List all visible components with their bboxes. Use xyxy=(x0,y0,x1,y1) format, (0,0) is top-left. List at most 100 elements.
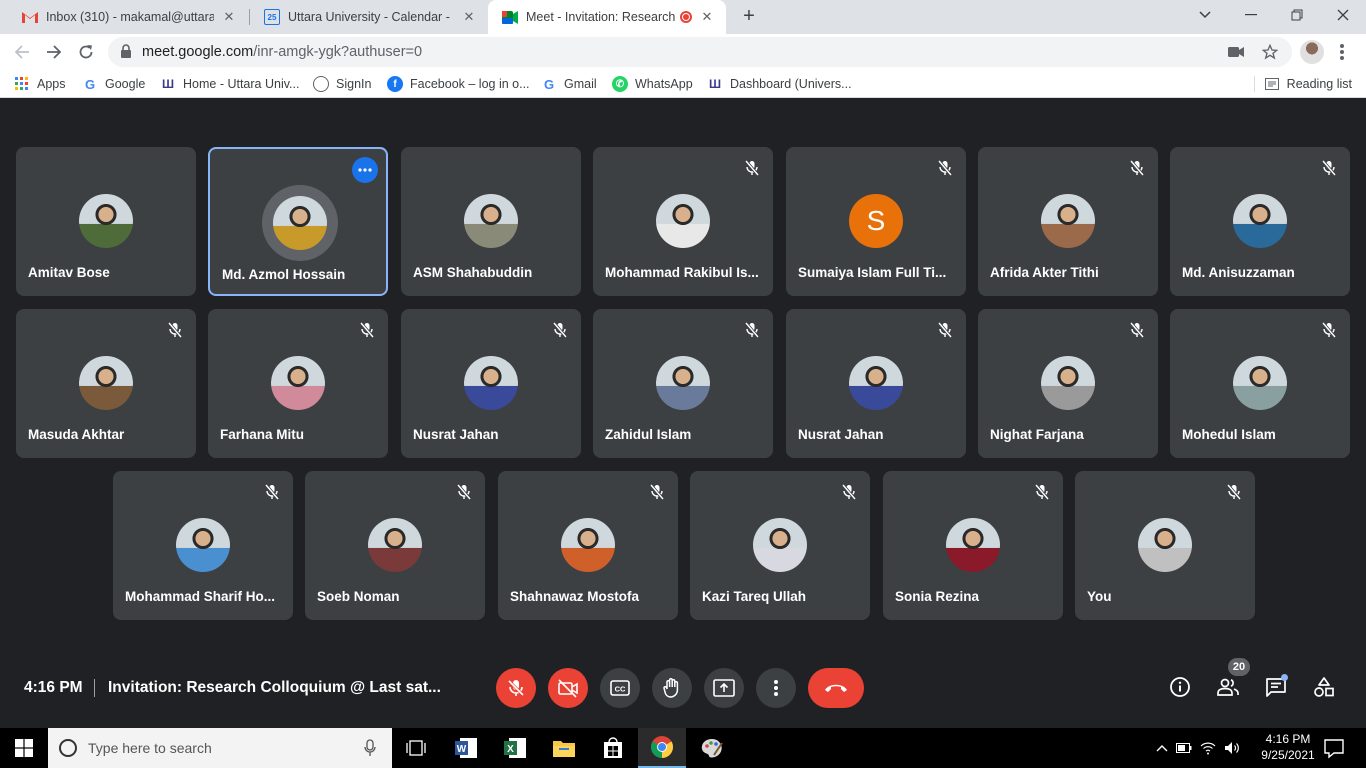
present-screen-button[interactable] xyxy=(704,668,744,708)
close-tab-icon[interactable]: ✕ xyxy=(460,9,478,25)
lock-icon[interactable] xyxy=(120,44,132,58)
system-tray xyxy=(1156,728,1240,768)
bookmarks-bar: Apps G Google Ш Home - Uttara Univ... Si… xyxy=(0,70,1366,98)
captions-button[interactable]: CC xyxy=(600,668,640,708)
participant-tile[interactable]: Md. Anisuzzaman xyxy=(1170,147,1350,296)
menu-kebab-icon[interactable] xyxy=(1334,42,1350,62)
tab-calendar[interactable]: 25 Uttara University - Calendar - Sat ✕ xyxy=(250,0,488,34)
raise-hand-button[interactable] xyxy=(652,668,692,708)
participant-tile[interactable]: Zahidul Islam xyxy=(593,309,773,458)
tile-more-options-button[interactable] xyxy=(352,157,378,183)
participant-tile[interactable]: S Sumaiya Islam Full Ti... xyxy=(786,147,966,296)
participant-avatar: S xyxy=(849,194,903,248)
participant-tile[interactable]: Nusrat Jahan xyxy=(786,309,966,458)
battery-icon[interactable] xyxy=(1176,743,1192,753)
participant-avatar xyxy=(176,518,230,572)
participant-tile[interactable]: ASM Shahabuddin xyxy=(401,147,581,296)
notifications-icon[interactable] xyxy=(1322,736,1346,760)
bookmark-label: WhatsApp xyxy=(635,77,693,91)
meeting-clock: 4:16 PM xyxy=(24,679,83,696)
apps-grid-icon xyxy=(14,76,30,92)
minimize-button[interactable] xyxy=(1228,0,1274,30)
taskbar-store[interactable] xyxy=(589,728,637,768)
participant-tile[interactable]: Mohammad Sharif Ho... xyxy=(113,471,293,620)
muted-mic-icon xyxy=(263,483,281,501)
taskbar-paint[interactable] xyxy=(688,728,736,768)
camera-blocked-icon[interactable] xyxy=(1228,45,1244,59)
restore-button[interactable] xyxy=(1274,0,1320,30)
address-bar[interactable]: meet.google.com/inr-amgk-ygk?authuser=0 xyxy=(108,37,1292,67)
activities-shapes-icon xyxy=(1314,677,1334,697)
taskbar-excel[interactable]: X xyxy=(491,728,539,768)
close-tab-icon[interactable]: ✕ xyxy=(220,9,238,25)
participant-tile[interactable]: Shahnawaz Mostofa xyxy=(498,471,678,620)
participant-tile[interactable]: Afrida Akter Tithi xyxy=(978,147,1158,296)
participant-tile[interactable]: Kazi Tareq Ullah xyxy=(690,471,870,620)
task-view-button[interactable] xyxy=(392,728,440,768)
facebook-icon: f xyxy=(387,76,403,92)
leave-call-button[interactable] xyxy=(808,668,864,708)
participant-tile[interactable]: Soeb Noman xyxy=(305,471,485,620)
present-screen-icon xyxy=(713,679,735,697)
reading-list-button[interactable]: Reading list xyxy=(1264,70,1352,98)
participant-tile[interactable]: Nusrat Jahan xyxy=(401,309,581,458)
folder-icon xyxy=(553,741,575,757)
muted-mic-icon xyxy=(743,159,761,177)
participant-tile[interactable]: Masuda Akhtar xyxy=(16,309,196,458)
participant-tile[interactable]: Mohedul Islam xyxy=(1170,309,1350,458)
taskbar-search-box[interactable]: Type here to search xyxy=(48,728,392,768)
google-icon: G xyxy=(543,76,555,92)
tab-gmail[interactable]: Inbox (310) - makamal@uttaraun ✕ xyxy=(8,0,248,34)
participant-avatar xyxy=(368,518,422,572)
reload-button[interactable] xyxy=(74,40,98,64)
microphone-icon[interactable] xyxy=(364,739,376,757)
bookmark-star-icon[interactable] xyxy=(1262,44,1278,60)
participant-avatar xyxy=(1138,518,1192,572)
tab-title: Inbox (310) - makamal@uttaraun xyxy=(46,10,214,24)
bookmark-whatsapp[interactable]: ✆ WhatsApp xyxy=(612,70,693,98)
taskbar-word[interactable]: W xyxy=(442,728,490,768)
tray-expand-chevron-icon[interactable] xyxy=(1156,744,1168,752)
volume-icon[interactable] xyxy=(1224,741,1240,755)
bookmark-dashboard[interactable]: Ш Dashboard (Univers... xyxy=(707,70,852,98)
system-clock[interactable]: 4:16 PM 9/25/2021 xyxy=(1256,731,1320,763)
activities-button[interactable] xyxy=(1311,674,1337,700)
svg-text:CC: CC xyxy=(615,685,626,694)
bookmark-facebook[interactable]: f Facebook – log in o... xyxy=(387,70,530,98)
tab-meet[interactable]: Meet - Invitation: Research C ✕ xyxy=(488,0,726,34)
bookmark-uttara-home[interactable]: Ш Home - Uttara Univ... xyxy=(160,70,300,98)
participant-avatar xyxy=(946,518,1000,572)
microphone-off-button[interactable] xyxy=(496,668,536,708)
wifi-icon[interactable] xyxy=(1200,741,1216,755)
back-button[interactable] xyxy=(10,40,34,64)
participant-tile[interactable]: Sonia Rezina xyxy=(883,471,1063,620)
participant-tile[interactable]: Nighat Farjana xyxy=(978,309,1158,458)
close-window-button[interactable] xyxy=(1320,0,1366,30)
taskbar-chrome[interactable] xyxy=(638,728,686,768)
profile-avatar[interactable] xyxy=(1300,40,1324,64)
bookmark-gmail[interactable]: G Gmail xyxy=(541,70,597,98)
participant-name: Mohedul Islam xyxy=(1182,427,1276,442)
participant-tile[interactable]: Md. Azmol Hossain xyxy=(208,147,388,296)
tab-search-chevron-icon[interactable] xyxy=(1182,0,1228,30)
start-button[interactable] xyxy=(0,728,48,768)
participant-tile[interactable]: Amitav Bose xyxy=(16,147,196,296)
bookmark-apps[interactable]: Apps xyxy=(14,70,66,98)
close-tab-icon[interactable]: ✕ xyxy=(698,9,716,25)
meeting-details-button[interactable] xyxy=(1167,674,1193,700)
participant-tile[interactable]: Farhana Mitu xyxy=(208,309,388,458)
participant-tile[interactable]: Mohammad Rakibul Is... xyxy=(593,147,773,296)
participant-avatar xyxy=(561,518,615,572)
participants-button[interactable] xyxy=(1215,674,1241,700)
participant-tile[interactable]: You xyxy=(1075,471,1255,620)
taskbar-file-explorer[interactable] xyxy=(540,728,588,768)
bookmark-signin[interactable]: SignIn xyxy=(313,70,371,98)
store-bag-icon xyxy=(604,737,622,758)
camera-off-button[interactable] xyxy=(548,668,588,708)
meeting-title[interactable]: Invitation: Research Colloquium @ Last s… xyxy=(108,679,441,697)
more-options-button[interactable] xyxy=(756,668,796,708)
bookmark-google[interactable]: G Google xyxy=(82,70,145,98)
new-tab-button[interactable]: + xyxy=(738,6,760,28)
participant-name: Kazi Tareq Ullah xyxy=(702,589,807,604)
forward-button[interactable] xyxy=(42,40,66,64)
